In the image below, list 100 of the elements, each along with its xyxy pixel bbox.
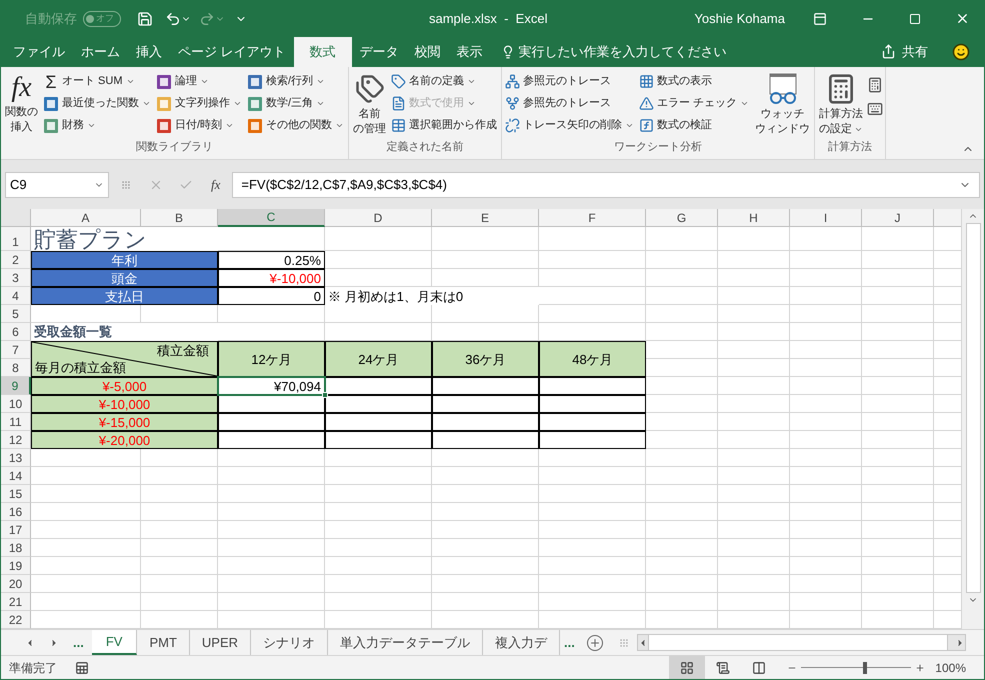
row-header[interactable]: 5 [1, 305, 31, 324]
table-cell[interactable]: 支払日 [31, 287, 218, 306]
row-header[interactable]: 9 [1, 377, 31, 396]
row-header[interactable]: 12 [1, 431, 31, 450]
ribbon-button[interactable]: 財務 [42, 114, 152, 137]
row-header[interactable]: 16 [1, 503, 31, 522]
new-sheet-icon[interactable] [586, 634, 603, 651]
ribbon-button[interactable]: 文字列操作 [155, 92, 243, 115]
row-header[interactable]: 7 [1, 341, 31, 360]
ribbon-button[interactable]: 日付/時刻 [155, 114, 243, 137]
sheet-tab[interactable]: FV [92, 630, 138, 656]
horizontal-scrollbar[interactable] [636, 634, 966, 652]
vertical-scrollbar[interactable] [961, 209, 984, 630]
table-cell[interactable] [325, 377, 432, 396]
ribbon-button[interactable]: 数式の表示 [638, 70, 750, 93]
table-cell[interactable] [539, 395, 646, 414]
table-cell[interactable] [218, 413, 325, 432]
column-header[interactable]: C [218, 209, 325, 228]
row-header[interactable]: 11 [1, 413, 31, 432]
ribbon-button[interactable]: 数式の検証 [638, 114, 750, 137]
table-cell[interactable]: 36ケ月 [432, 341, 539, 378]
ribbon-tab[interactable]: ファイル [5, 36, 73, 67]
save-icon[interactable] [137, 10, 153, 27]
table-cell[interactable]: 貯蓄プラン [31, 227, 218, 252]
column-header[interactable]: J [862, 209, 934, 228]
table-cell[interactable]: 頭金 [31, 269, 218, 288]
ribbon-tab[interactable]: 挿入 [128, 36, 170, 67]
row-header[interactable]: 19 [1, 557, 31, 576]
undo-icon[interactable] [165, 10, 181, 27]
zoom-level[interactable]: 100% [935, 658, 966, 677]
maximize-icon[interactable] [909, 12, 921, 25]
ribbon-tab[interactable]: 表示 [448, 36, 491, 67]
zoom-in-icon[interactable] [915, 662, 926, 673]
column-header[interactable]: I [790, 209, 862, 228]
row-header[interactable]: 13 [1, 449, 31, 468]
select-all-button[interactable] [1, 209, 31, 228]
ribbon-button[interactable]: エラー チェック [638, 92, 750, 115]
table-cell[interactable] [218, 431, 325, 450]
ribbon-tab[interactable]: 数式 [294, 36, 352, 67]
ribbon-large-button[interactable]: 計算方法 の設定 [817, 70, 866, 140]
table-cell[interactable]: 0.25% [218, 251, 325, 270]
table-cell[interactable]: 24ケ月 [325, 341, 432, 378]
formula-field[interactable]: =FV($C$2/12,C$7,$A9,$C$3,$C$4) [232, 172, 980, 198]
ribbon-large-button[interactable]: 名前 の管理 [351, 70, 388, 140]
row-header[interactable]: 2 [1, 251, 31, 270]
ribbon-button[interactable]: 数学/三角 [246, 92, 345, 115]
row-header[interactable]: 20 [1, 575, 31, 594]
ribbon-button[interactable]: 最近使った関数 [42, 92, 152, 115]
ribbon-tab[interactable]: データ [352, 36, 407, 67]
column-header[interactable]: G [646, 209, 718, 228]
share-icon[interactable] [881, 44, 896, 60]
ribbon-button[interactable]: その他の関数 [246, 114, 345, 137]
column-header[interactable]: B [141, 209, 218, 228]
row-header[interactable]: 15 [1, 485, 31, 504]
name-box[interactable]: C9 [5, 172, 109, 198]
splitter-icon[interactable] [618, 636, 629, 649]
row-header[interactable]: 17 [1, 521, 31, 540]
table-cell[interactable]: ※ 月初めは1、月末は0 [325, 287, 539, 306]
row-header[interactable]: 10 [1, 395, 31, 414]
view-button[interactable] [669, 656, 706, 679]
table-cell[interactable] [539, 431, 646, 450]
column-header[interactable]: D [325, 209, 432, 228]
share-label[interactable]: 共有 [902, 42, 928, 62]
ribbon-large-button[interactable]: ウォッチ ウィンドウ [753, 70, 812, 140]
row-header[interactable]: 18 [1, 539, 31, 558]
more-sheets-button[interactable]: ... [560, 630, 579, 656]
row-header[interactable]: 21 [1, 593, 31, 612]
ribbon-tab[interactable]: ホーム [73, 36, 128, 67]
column-header[interactable]: E [432, 209, 539, 228]
table-cell[interactable]: ¥-10,000 [218, 269, 325, 288]
ribbon-button[interactable]: トレース矢印の削除 [504, 114, 635, 137]
zoom-thumb[interactable] [863, 662, 868, 674]
ribbon-tab[interactable]: 校閲 [406, 36, 449, 67]
column-header[interactable]: F [539, 209, 646, 228]
row-header[interactable]: 1 [1, 227, 31, 252]
row-header[interactable]: 14 [1, 467, 31, 486]
table-cell[interactable] [539, 413, 646, 432]
ribbon-large-button[interactable]: fx 関数の 挿入 [3, 70, 40, 140]
splitter-icon[interactable] [121, 178, 131, 191]
scrollbar-thumb[interactable] [966, 223, 980, 594]
ribbon-button[interactable]: 参照先のトレース [504, 92, 635, 115]
table-cell[interactable] [325, 395, 432, 414]
tell-me-field[interactable]: 実行したい作業を入力してください [518, 42, 727, 62]
macro-record-icon[interactable] [75, 660, 89, 675]
column-header[interactable]: A [31, 209, 141, 228]
table-cell[interactable] [432, 431, 539, 450]
table-cell[interactable]: 12ケ月 [218, 341, 325, 378]
ribbon-button[interactable]: 名前の定義 [390, 70, 498, 93]
scrollbar-thumb[interactable] [648, 635, 948, 650]
zoom-slider[interactable] [801, 662, 912, 674]
table-cell[interactable] [432, 413, 539, 432]
table-cell[interactable]: 受取金額一覧 [31, 323, 218, 342]
row-header[interactable]: 8 [1, 359, 31, 378]
table-cell[interactable]: 48ケ月 [539, 341, 646, 378]
table-cell[interactable] [432, 377, 539, 396]
smiley-icon[interactable] [952, 42, 970, 61]
table-cell[interactable]: ¥70,094 [218, 377, 325, 396]
row-header[interactable]: 22 [1, 611, 31, 630]
table-cell[interactable] [325, 431, 432, 450]
column-header[interactable] [934, 209, 961, 228]
